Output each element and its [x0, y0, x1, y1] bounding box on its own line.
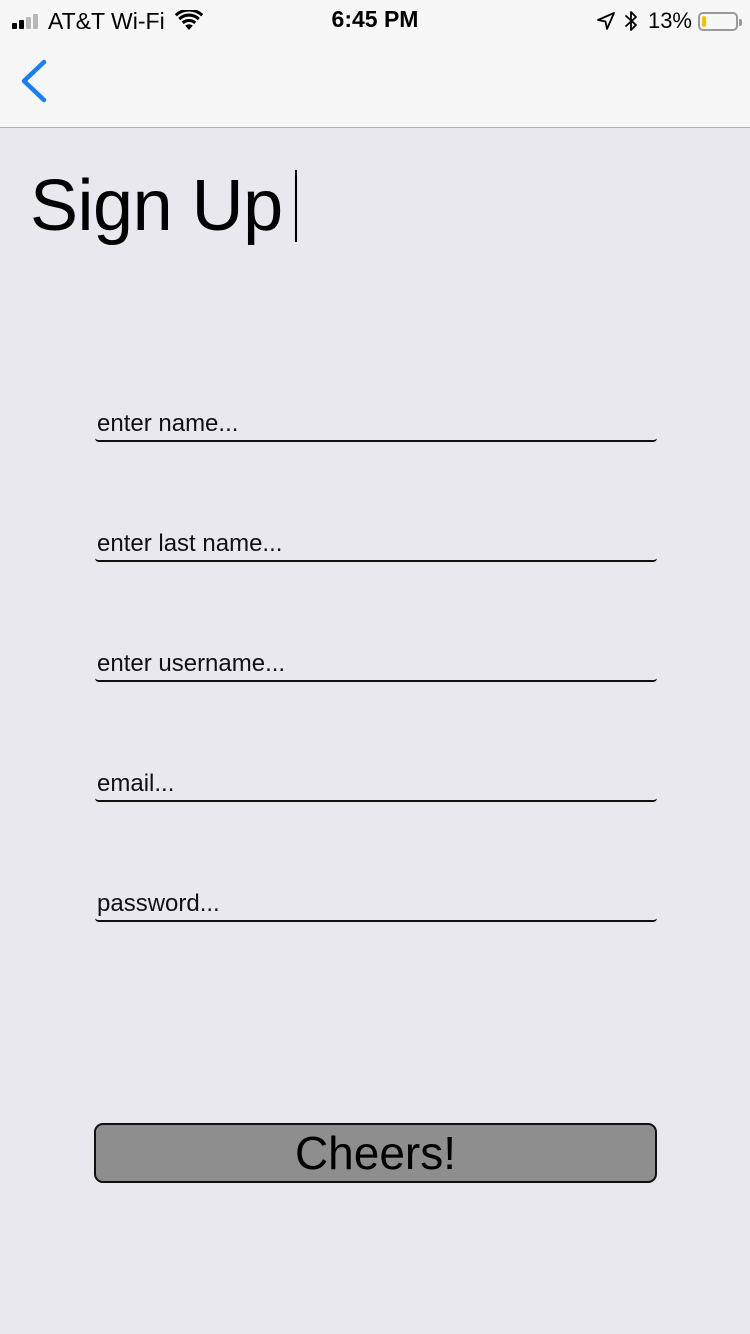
page-title: Sign Up [30, 166, 283, 246]
username-field[interactable]: enter username... [95, 648, 657, 682]
submit-button[interactable]: Cheers! [94, 1123, 657, 1183]
last-name-field[interactable]: enter last name... [95, 528, 657, 562]
bluetooth-icon [625, 11, 637, 31]
status-bar: AT&T Wi-Fi 6:45 PM 13% [0, 0, 750, 40]
navigation-bar [0, 40, 750, 128]
battery-fill [702, 15, 706, 27]
chevron-left-icon [21, 59, 47, 103]
status-bar-right: 13% [596, 8, 742, 34]
email-field[interactable]: email... [95, 768, 657, 802]
back-button[interactable] [10, 56, 60, 106]
email-placeholder: email... [97, 770, 175, 797]
last-name-placeholder: enter last name... [97, 530, 283, 557]
first-name-placeholder: enter name... [97, 410, 239, 437]
battery-percent: 13% [647, 8, 692, 33]
password-placeholder: password... [97, 890, 220, 917]
battery-icon [698, 11, 742, 31]
title-row: Sign Up [30, 168, 297, 244]
password-field[interactable]: password... [95, 888, 657, 922]
text-cursor [294, 170, 297, 242]
username-placeholder: enter username... [97, 650, 286, 677]
location-arrow-icon [597, 12, 615, 30]
first-name-field[interactable]: enter name... [95, 408, 657, 442]
